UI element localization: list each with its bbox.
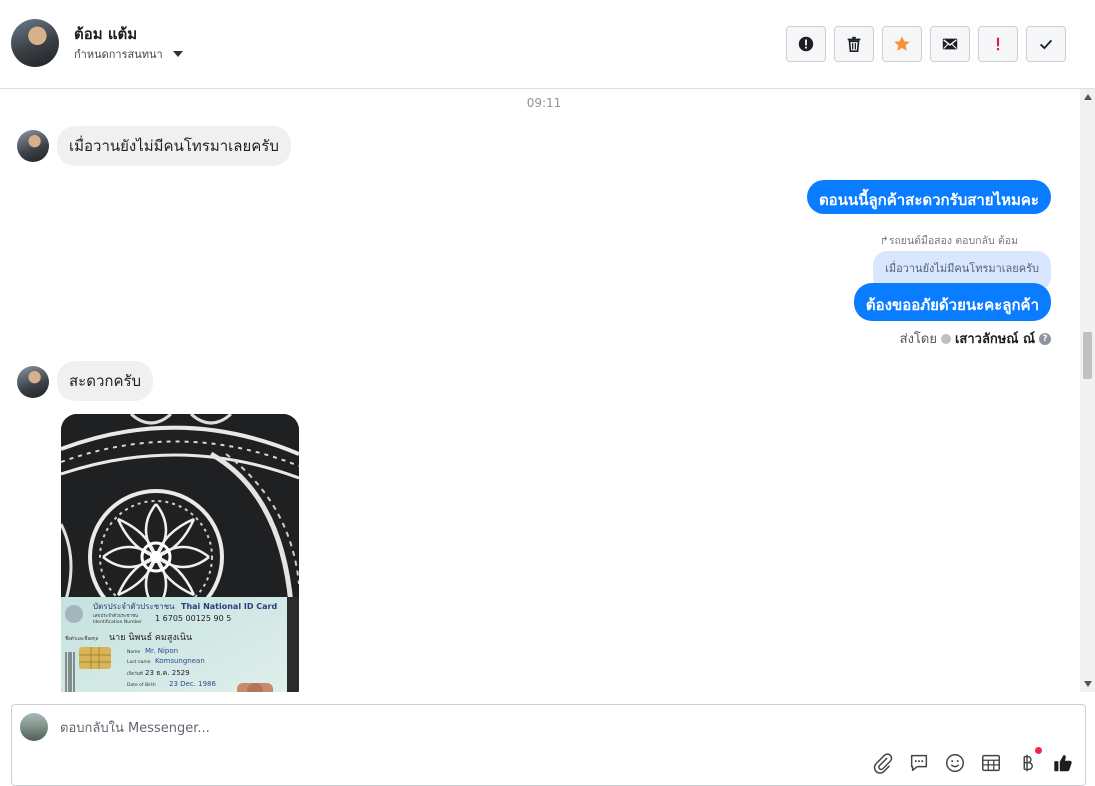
incoming-message[interactable]: เมื่อวานยังไม่มีคนโทรมาเลยครับ	[57, 126, 291, 166]
conversation-header: ต้อม แต้ม กำหนดการสนทนา	[0, 0, 1095, 89]
saved-replies-button[interactable]	[907, 751, 931, 775]
mark-done-button[interactable]	[1026, 26, 1066, 62]
last-name: Komsungnean	[155, 657, 205, 665]
id-number: 1 6705 00125 90 5	[155, 614, 231, 623]
delete-button[interactable]	[834, 26, 874, 62]
message-timestamp: 09:11	[526, 96, 562, 110]
outgoing-message[interactable]: ตอนนนี้ลูกค้าสะดวกรับสายไหมคะ	[806, 180, 1051, 214]
name-label: ชื่อตัวและชื่อสกุล	[65, 635, 99, 642]
incoming-message[interactable]: สะดวกครับ	[57, 361, 154, 401]
alert-circle-icon	[798, 36, 814, 52]
first-name: Mr. Nipon	[145, 647, 178, 655]
outgoing-message[interactable]: ต้องขออภัยด้วยนะคะลูกค้า	[853, 283, 1051, 321]
trash-icon	[847, 36, 861, 53]
composer-tools	[871, 747, 1075, 775]
emoji-button[interactable]	[943, 751, 967, 775]
message-thread[interactable]: 09:11 เมื่อวานยังไม่มีคนโทรมาเลยครับ ตอน…	[0, 89, 1080, 692]
sender-avatar[interactable]	[17, 130, 49, 162]
scroll-thumb[interactable]	[1083, 332, 1092, 379]
reply-context-text: รถยนต์มือสอง ตอบกลับ ต้อม	[888, 235, 1018, 247]
dob-label: เกิดวันที่	[127, 670, 143, 677]
scroll-down-arrow-icon[interactable]	[1084, 681, 1092, 687]
baht-payment-icon	[1023, 754, 1033, 772]
sent-by-info: ส่งโดย เสาวลักษณ์ ณ์ ?	[900, 328, 1051, 349]
id-number-label-en: Identification Number	[93, 619, 142, 625]
exclamation-icon	[996, 37, 1000, 51]
dob-th: 23 ธ.ค. 2529	[145, 669, 190, 677]
sent-by-name[interactable]: เสาวลักษณ์ ณ์	[955, 328, 1035, 349]
star-icon	[894, 36, 910, 51]
appointment-button[interactable]	[979, 751, 1003, 775]
mark-unread-button[interactable]	[930, 26, 970, 62]
id-card-title-th: บัตรประจำตัวประชาชน	[93, 602, 175, 611]
reply-input[interactable]	[60, 717, 660, 739]
attach-file-button[interactable]	[871, 751, 895, 775]
contact-name[interactable]: ต้อม แต้ม	[74, 22, 137, 46]
report-spam-button[interactable]	[786, 26, 826, 62]
last-name-label: Last name	[127, 659, 151, 665]
saved-reply-icon	[910, 754, 928, 772]
like-icon	[1054, 755, 1072, 772]
paperclip-icon	[873, 753, 893, 774]
reply-context: ↱รถยนต์มือสอง ตอบกลับ ต้อม	[880, 232, 1018, 249]
envelope-icon	[942, 38, 958, 50]
reply-arrow-icon: ↱	[880, 235, 889, 247]
help-icon[interactable]: ?	[1039, 332, 1051, 345]
assign-conversation-dropdown[interactable]: กำหนดการสนทนา	[74, 45, 183, 63]
scroll-up-arrow-icon[interactable]	[1084, 94, 1092, 100]
new-feature-dot	[1035, 747, 1042, 754]
chat-scrollbar[interactable]	[1080, 89, 1095, 692]
payment-request-button[interactable]	[1015, 747, 1042, 775]
id-card-title-en: Thai National ID Card	[181, 602, 277, 611]
assign-conversation-label: กำหนดการสนทนา	[74, 48, 163, 61]
message-composer	[11, 704, 1086, 786]
name-th: นาย นิพนธ์ คมสูงเนิน	[109, 631, 192, 643]
id-number-label: เลขประจำตัวประชาชน	[93, 612, 138, 619]
page-avatar	[20, 713, 48, 741]
contact-avatar[interactable]	[11, 19, 59, 67]
emoji-icon	[946, 754, 964, 772]
caret-down-icon	[172, 51, 183, 57]
page-badge-icon	[940, 333, 951, 344]
incoming-photo[interactable]: บัตรประจำตัวประชาชน Thai National ID Car…	[61, 414, 299, 692]
first-name-label: Name	[127, 649, 141, 655]
check-icon	[1039, 39, 1053, 50]
follow-up-button[interactable]	[882, 26, 922, 62]
mark-important-button[interactable]	[978, 26, 1018, 62]
dob-en: 23 Dec. 1986	[169, 680, 216, 688]
header-actions	[786, 26, 1066, 62]
sent-by-label: ส่งโดย	[899, 332, 937, 347]
sender-avatar[interactable]	[17, 366, 49, 398]
send-like-button[interactable]	[1051, 751, 1075, 775]
dob-en-label: Date of Birth	[127, 682, 156, 688]
table-icon	[982, 754, 1000, 772]
